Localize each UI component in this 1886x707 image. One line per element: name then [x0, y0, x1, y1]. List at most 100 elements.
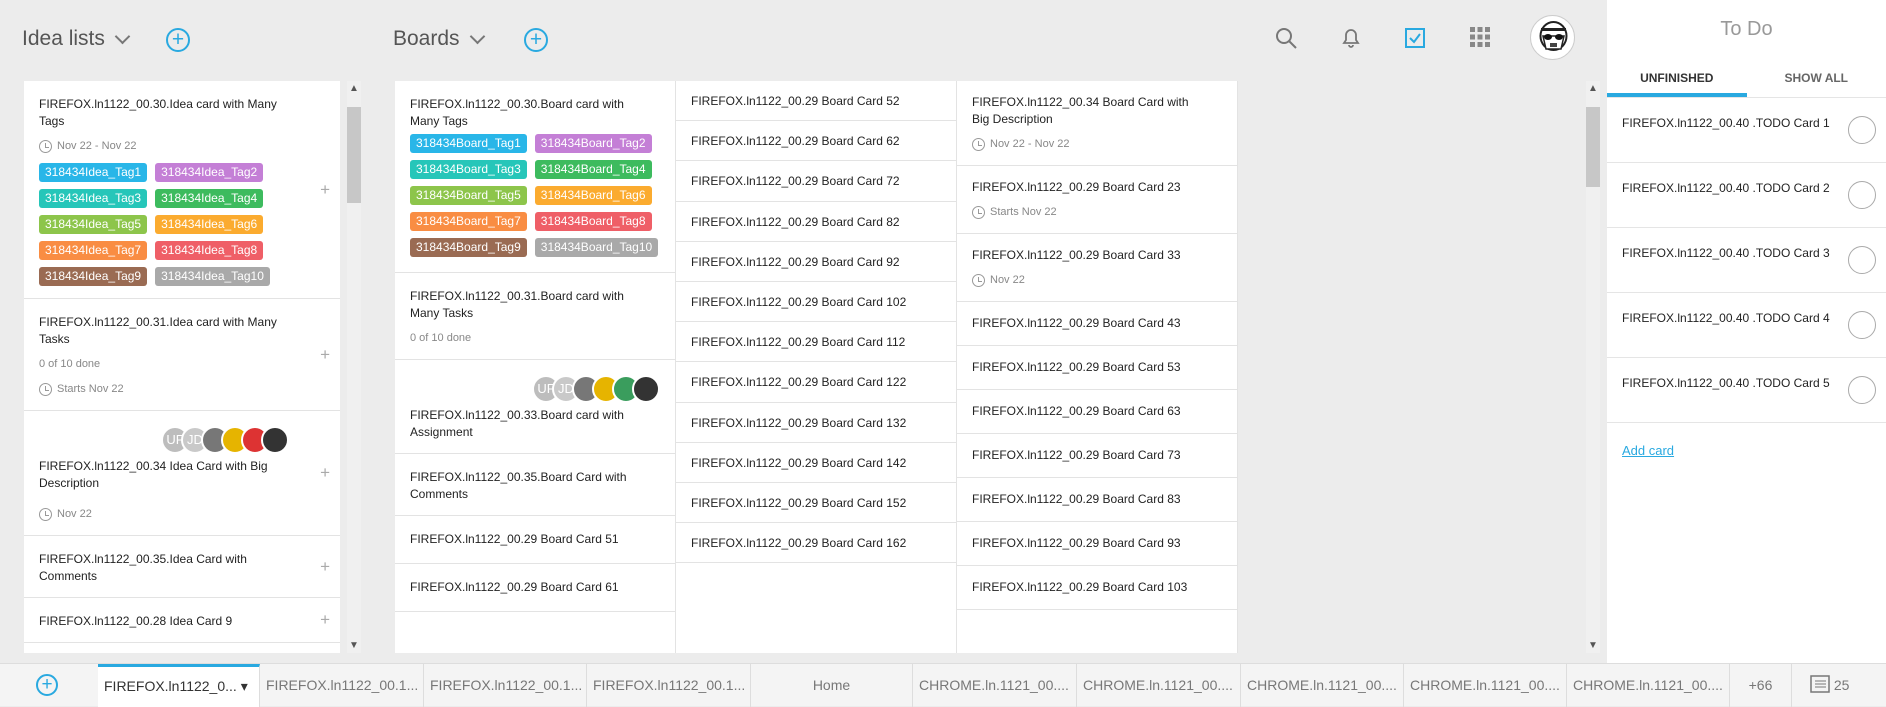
board-card[interactable]: FIREFOX.ln1122_00.29 Board Card 53 — [957, 346, 1237, 390]
more-tabs[interactable]: +66 — [1730, 664, 1792, 707]
tag-badge[interactable]: 318434Board_Tag3 — [410, 160, 527, 179]
dropdown-caret-icon[interactable]: ▾ — [237, 678, 248, 694]
todo-complete-radio[interactable] — [1848, 116, 1876, 144]
scroll-up-icon[interactable]: ▲ — [1586, 83, 1600, 94]
idea-card[interactable]: UF JD FIREFOX.ln1122_00.34 Idea Card wit… — [24, 411, 340, 536]
idea-lists-dropdown[interactable]: Idea lists — [22, 27, 128, 51]
browser-tab[interactable]: FIREFOX.ln1122_00.1... — [424, 664, 587, 707]
user-avatar[interactable] — [1530, 15, 1575, 60]
tag-badge[interactable]: 318434Idea_Tag5 — [39, 215, 147, 234]
board-card[interactable]: FIREFOX.ln1122_00.29 Board Card 61 — [395, 564, 675, 612]
add-board-icon[interactable]: + — [524, 28, 548, 52]
todo-complete-radio[interactable] — [1848, 246, 1876, 274]
board-card[interactable]: FIREFOX.ln1122_00.29 Board Card 132 — [676, 403, 956, 443]
board-card[interactable]: FIREFOX.ln1122_00.29 Board Card 103 — [957, 566, 1237, 610]
add-icon[interactable]: + — [320, 558, 330, 575]
board-card[interactable]: FIREFOX.ln1122_00.29 Board Card 72 — [676, 161, 956, 201]
tag-badge[interactable]: 318434Idea_Tag7 — [39, 241, 147, 260]
board-card[interactable]: FIREFOX.ln1122_00.29 Board Card 43 — [957, 302, 1237, 346]
tag-badge[interactable]: 318434Board_Tag4 — [535, 160, 652, 179]
bell-icon[interactable] — [1339, 26, 1363, 50]
todo-complete-radio[interactable] — [1848, 181, 1876, 209]
board-card[interactable]: FIREFOX.ln1122_00.29 Board Card 73 — [957, 434, 1237, 478]
board-card[interactable]: FIREFOX.ln1122_00.29 Board Card 112 — [676, 322, 956, 362]
todo-complete-radio[interactable] — [1848, 376, 1876, 404]
scroll-down-icon[interactable]: ▼ — [347, 640, 361, 651]
browser-tab[interactable]: CHROME.ln.1121_00.... — [1077, 664, 1241, 707]
add-icon[interactable]: + — [320, 346, 330, 363]
tab-unfinished[interactable]: UNFINISHED — [1607, 62, 1747, 97]
board-card[interactable]: FIREFOX.ln1122_00.29 Board Card 23Starts… — [957, 166, 1237, 234]
idea-card[interactable]: FIREFOX.ln1122_00.35.Idea Card with Comm… — [24, 536, 340, 598]
tab-count[interactable]: 25 — [1792, 664, 1886, 707]
browser-tab[interactable]: CHROME.ln.1121_00.... — [913, 664, 1077, 707]
boards-dropdown[interactable]: Boards — [393, 27, 483, 51]
tag-badge[interactable]: 318434Board_Tag1 — [410, 134, 527, 153]
tag-badge[interactable]: 318434Board_Tag8 — [535, 212, 652, 231]
todo-item[interactable]: FIREFOX.ln1122_00.40 .TODO Card 4 — [1607, 293, 1886, 358]
tag-badge[interactable]: 318434Idea_Tag8 — [155, 241, 263, 260]
todo-item[interactable]: FIREFOX.ln1122_00.40 .TODO Card 5 — [1607, 358, 1886, 423]
todo-item[interactable]: FIREFOX.ln1122_00.40 .TODO Card 1 — [1607, 98, 1886, 163]
todo-item[interactable]: FIREFOX.ln1122_00.40 .TODO Card 3 — [1607, 228, 1886, 293]
board-card[interactable]: FIREFOX.ln1122_00.30.Board card with Man… — [395, 81, 675, 273]
tag-badge[interactable]: 318434Idea_Tag6 — [155, 215, 263, 234]
tag-badge[interactable]: 318434Board_Tag10 — [535, 238, 658, 257]
tag-badge[interactable]: 318434Board_Tag5 — [410, 186, 527, 205]
tag-badge[interactable]: 318434Board_Tag6 — [535, 186, 652, 205]
add-idea-list-icon[interactable]: + — [166, 28, 190, 52]
board-card[interactable]: FIREFOX.ln1122_00.34 Board Card with Big… — [957, 81, 1237, 166]
tab-show-all[interactable]: SHOW ALL — [1747, 62, 1886, 97]
idea-card[interactable]: FIREFOX.ln1122_00.30.Idea card with Many… — [24, 81, 340, 299]
tag-badge[interactable]: 318434Board_Tag7 — [410, 212, 527, 231]
tag-badge[interactable]: 318434Idea_Tag2 — [155, 163, 263, 182]
idea-card[interactable]: FIREFOX.ln1122_00.28 Idea Card 9 + — [24, 598, 340, 643]
browser-tab[interactable]: CHROME.ln.1121_00.... — [1241, 664, 1404, 707]
add-icon[interactable]: + — [320, 611, 330, 628]
scroll-thumb[interactable] — [1586, 107, 1600, 187]
add-tab-icon[interactable]: + — [36, 674, 58, 696]
board-card[interactable]: FIREFOX.ln1122_00.29 Board Card 51 — [395, 516, 675, 564]
scroll-up-icon[interactable]: ▲ — [347, 83, 361, 94]
browser-tab[interactable]: CHROME.ln.1121_00.... — [1567, 664, 1730, 707]
board-card[interactable]: FIREFOX.ln1122_00.29 Board Card 83 — [957, 478, 1237, 522]
browser-tab[interactable]: FIREFOX.ln1122_00.1... — [587, 664, 751, 707]
tag-badge[interactable]: 318434Board_Tag9 — [410, 238, 527, 257]
board-card[interactable]: FIREFOX.ln1122_00.29 Board Card 92 — [676, 242, 956, 282]
idea-scrollbar[interactable]: ▲ ▼ — [347, 81, 361, 653]
tag-badge[interactable]: 318434Idea_Tag10 — [155, 267, 270, 286]
board-card[interactable]: FIREFOX.ln1122_00.29 Board Card 63 — [957, 390, 1237, 434]
board-card[interactable]: FIREFOX.ln1122_00.29 Board Card 102 — [676, 282, 956, 322]
todo-item[interactable]: FIREFOX.ln1122_00.40 .TODO Card 2 — [1607, 163, 1886, 228]
todo-checkbox-icon[interactable] — [1403, 26, 1427, 50]
browser-tab[interactable]: Home — [751, 664, 913, 707]
board-card[interactable]: FIREFOX.ln1122_00.29 Board Card 52 — [676, 81, 956, 121]
add-icon[interactable]: + — [320, 181, 330, 198]
browser-tab[interactable]: FIREFOX.ln1122_0... ▾ — [98, 664, 260, 707]
board-card[interactable]: UF JD FIREFOX.ln1122_00.33.Board card wi… — [395, 360, 675, 454]
idea-card[interactable]: FIREFOX.ln1122_00.31.Idea card with Many… — [24, 299, 340, 411]
tag-badge[interactable]: 318434Board_Tag2 — [535, 134, 652, 153]
board-card[interactable]: FIREFOX.ln1122_00.29 Board Card 122 — [676, 362, 956, 402]
add-icon[interactable]: + — [320, 464, 330, 481]
board-card[interactable]: FIREFOX.ln1122_00.35.Board Card with Com… — [395, 454, 675, 516]
tag-badge[interactable]: 318434Idea_Tag4 — [155, 189, 263, 208]
tag-badge[interactable]: 318434Idea_Tag3 — [39, 189, 147, 208]
browser-tab[interactable]: FIREFOX.ln1122_00.1... — [260, 664, 424, 707]
board-scrollbar[interactable]: ▲ ▼ — [1586, 81, 1600, 653]
board-card[interactable]: FIREFOX.ln1122_00.29 Board Card 93 — [957, 522, 1237, 566]
browser-tab[interactable]: CHROME.ln.1121_00.... — [1404, 664, 1567, 707]
tag-badge[interactable]: 318434Idea_Tag9 — [39, 267, 147, 286]
scroll-down-icon[interactable]: ▼ — [1586, 640, 1600, 651]
tag-badge[interactable]: 318434Idea_Tag1 — [39, 163, 147, 182]
todo-complete-radio[interactable] — [1848, 311, 1876, 339]
apps-grid-icon[interactable] — [1469, 26, 1491, 48]
board-card[interactable]: FIREFOX.ln1122_00.29 Board Card 33Nov 22 — [957, 234, 1237, 302]
board-card[interactable]: FIREFOX.ln1122_00.31.Board card with Man… — [395, 273, 675, 360]
add-card-link[interactable]: Add card — [1607, 423, 1886, 478]
board-card[interactable]: FIREFOX.ln1122_00.29 Board Card 152 — [676, 483, 956, 523]
scroll-thumb[interactable] — [347, 107, 361, 203]
board-card[interactable]: FIREFOX.ln1122_00.29 Board Card 62 — [676, 121, 956, 161]
board-card[interactable]: FIREFOX.ln1122_00.29 Board Card 82 — [676, 202, 956, 242]
board-card[interactable]: FIREFOX.ln1122_00.29 Board Card 142 — [676, 443, 956, 483]
